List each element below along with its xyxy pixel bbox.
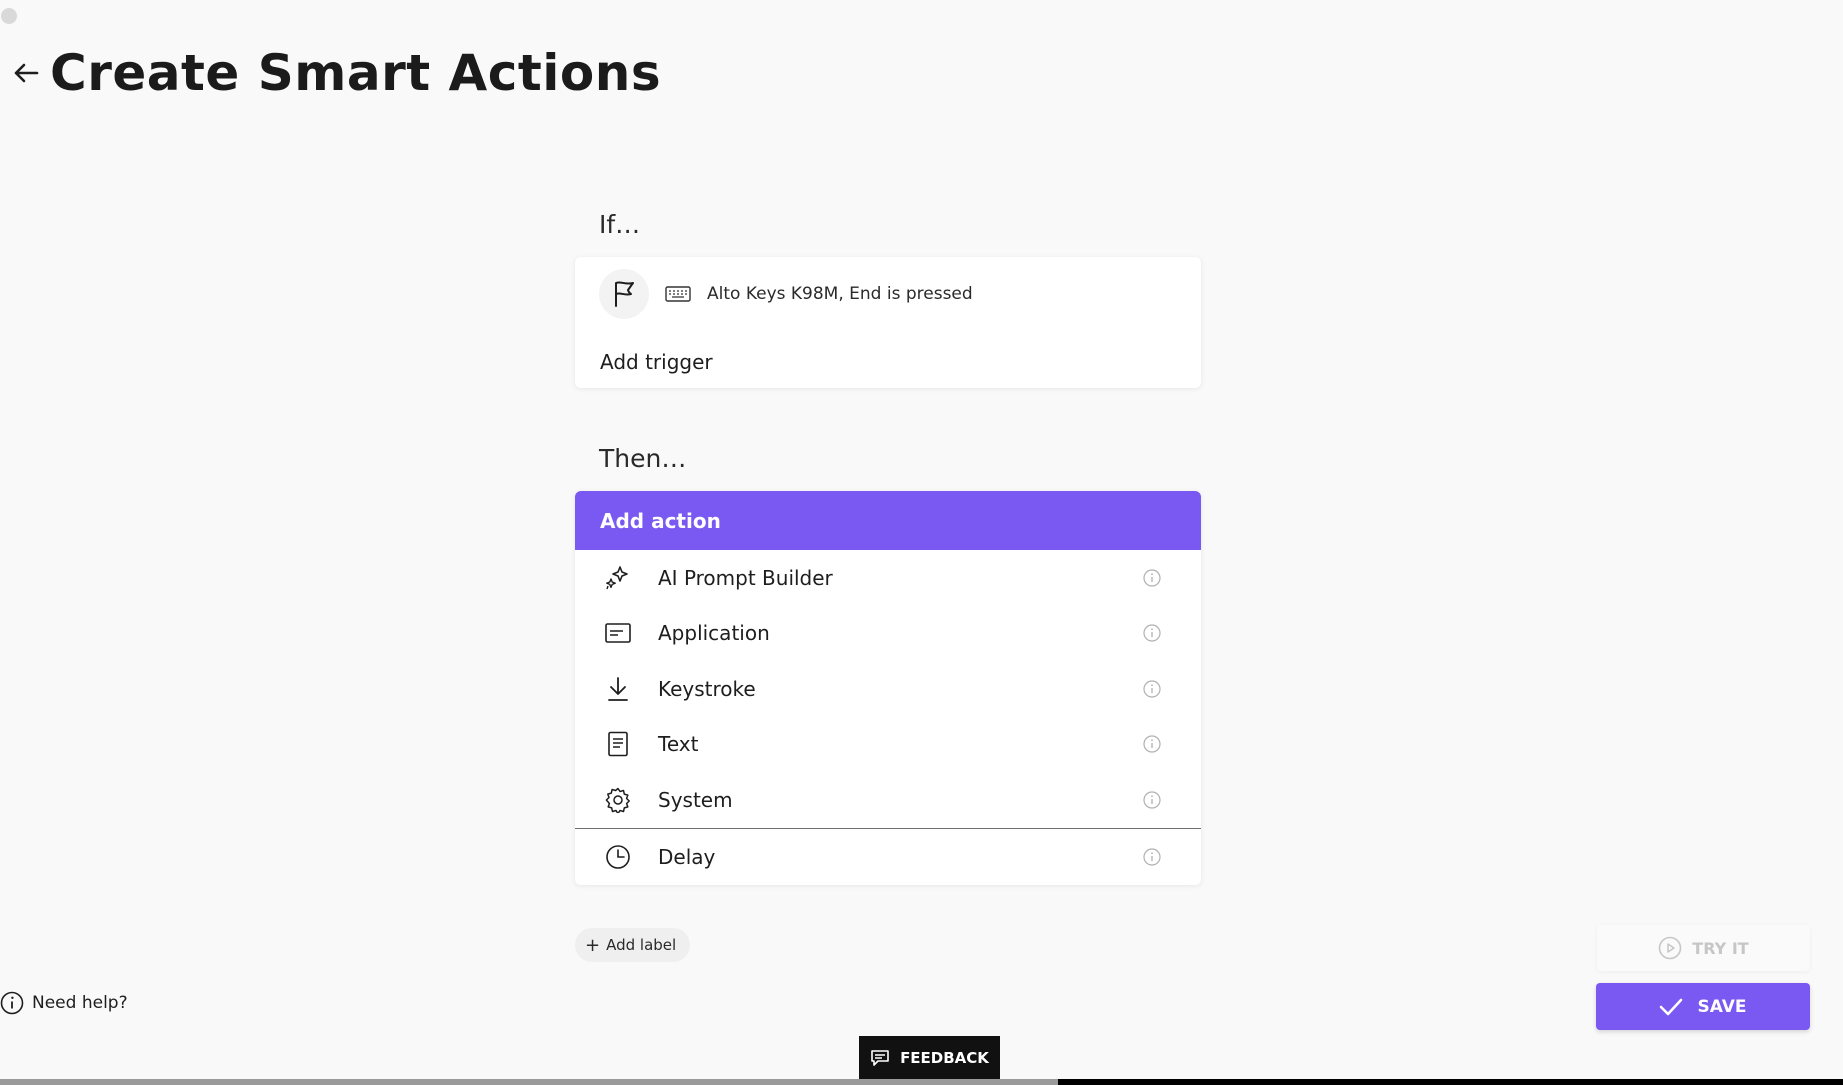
bottom-edge-bar-dark xyxy=(1058,1079,1843,1085)
arrow-left-icon xyxy=(14,63,39,83)
info-icon[interactable] xyxy=(1143,624,1161,642)
if-section-label: If… xyxy=(599,210,641,239)
play-circle-icon xyxy=(1658,936,1682,960)
clock-icon xyxy=(605,844,631,870)
sparkle-icon xyxy=(605,565,631,591)
info-icon[interactable] xyxy=(1143,847,1161,866)
add-label-text: Add label xyxy=(606,936,677,954)
save-button[interactable]: SAVE xyxy=(1596,983,1810,1030)
action-label: Application xyxy=(658,621,770,646)
page-title: Create Smart Actions xyxy=(50,44,662,102)
action-label: AI Prompt Builder xyxy=(658,565,833,590)
action-system[interactable]: System xyxy=(575,772,1201,828)
bottom-edge-bar xyxy=(0,1079,1843,1085)
action-label: Keystroke xyxy=(658,676,756,701)
action-label: Text xyxy=(658,732,699,757)
gear-icon xyxy=(605,787,631,813)
add-label-button[interactable]: + Add label xyxy=(575,928,691,962)
need-help-link[interactable]: Need help? xyxy=(0,991,128,1015)
try-it-button[interactable]: TRY IT xyxy=(1597,925,1810,971)
try-it-label: TRY IT xyxy=(1692,938,1749,958)
plus-icon: + xyxy=(585,934,601,956)
add-action-menu: Add action AI Prompt Builder Application… xyxy=(575,491,1201,885)
action-text[interactable]: Text xyxy=(575,717,1201,773)
feedback-button[interactable]: FEEDBACK xyxy=(859,1036,1000,1080)
feedback-label: FEEDBACK xyxy=(900,1049,989,1067)
keyboard-icon xyxy=(665,286,691,302)
action-label: Delay xyxy=(658,844,716,869)
action-label: System xyxy=(658,787,733,812)
info-icon xyxy=(0,991,24,1015)
need-help-label: Need help? xyxy=(32,993,128,1013)
then-section-label: Then… xyxy=(599,444,687,473)
application-window-icon xyxy=(605,620,631,646)
add-trigger-button[interactable]: Add trigger xyxy=(600,350,713,374)
info-icon[interactable] xyxy=(1143,791,1161,809)
add-action-header[interactable]: Add action xyxy=(575,491,1201,550)
info-icon[interactable] xyxy=(1143,569,1161,587)
action-ai-prompt-builder[interactable]: AI Prompt Builder xyxy=(575,550,1201,606)
action-application[interactable]: Application xyxy=(575,606,1201,662)
trigger-description: Alto Keys K98M, End is pressed xyxy=(707,284,973,304)
download-arrow-icon xyxy=(605,676,631,702)
page-header: Create Smart Actions xyxy=(10,44,661,102)
window-control-dot[interactable] xyxy=(1,8,17,24)
checkmark-icon xyxy=(1660,998,1683,1015)
info-icon[interactable] xyxy=(1143,680,1161,698)
save-label: SAVE xyxy=(1697,996,1747,1017)
action-delay[interactable]: Delay xyxy=(575,829,1201,885)
action-keystroke[interactable]: Keystroke xyxy=(575,661,1201,717)
flag-icon xyxy=(615,281,634,307)
back-button[interactable] xyxy=(10,57,42,89)
smart-actions-page: Create Smart Actions If… Alto Keys K98M,… xyxy=(0,0,1843,1085)
document-text-icon xyxy=(605,731,631,757)
info-icon[interactable] xyxy=(1143,735,1161,753)
chat-bubble-icon xyxy=(871,1050,889,1066)
trigger-row[interactable]: Alto Keys K98M, End is pressed xyxy=(599,269,973,319)
trigger-card: Alto Keys K98M, End is pressed Add trigg… xyxy=(575,257,1201,388)
trigger-icon-badge xyxy=(599,269,649,319)
